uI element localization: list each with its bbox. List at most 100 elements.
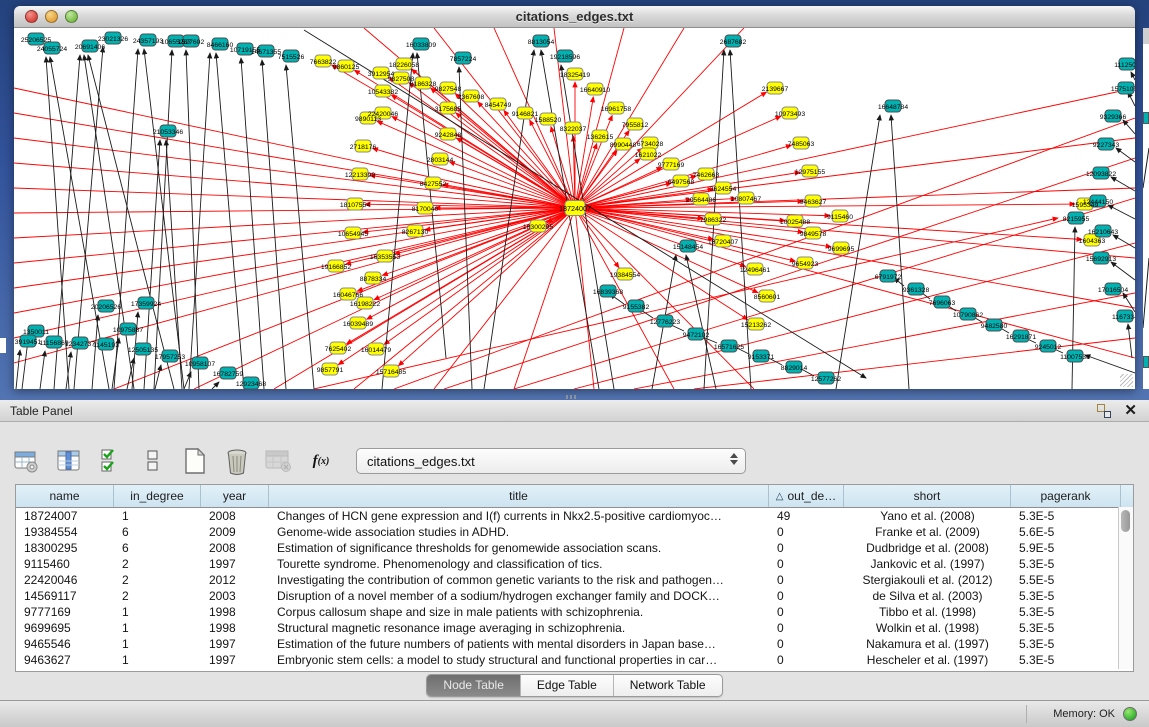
- table-row[interactable]: 969969511998Structural magnetic resonanc…: [16, 620, 1133, 636]
- cell-pagerank[interactable]: 5.3E-5: [1011, 636, 1121, 652]
- cell-in_degree[interactable]: 6: [114, 540, 201, 556]
- cell-out_de[interactable]: 0: [769, 620, 844, 636]
- table-row[interactable]: 946554611997Estimation of the future num…: [16, 636, 1133, 652]
- cell-name[interactable]: 9465546: [16, 636, 114, 652]
- cell-year[interactable]: 1998: [201, 604, 269, 620]
- cell-title[interactable]: Estimation of significance thresholds fo…: [269, 540, 769, 556]
- cell-year[interactable]: 1998: [201, 620, 269, 636]
- cell-short[interactable]: Jankovic et al. (1997): [844, 556, 1011, 572]
- float-window-icon[interactable]: [1097, 404, 1111, 418]
- cell-name[interactable]: 14569117: [16, 588, 114, 604]
- cell-in_degree[interactable]: 1: [114, 652, 201, 668]
- table-row[interactable]: 1938455462009Genome-wide association stu…: [16, 524, 1133, 540]
- table-row[interactable]: 1456911722003Disruption of a novel membe…: [16, 588, 1133, 604]
- delete-icon[interactable]: [222, 446, 252, 476]
- cell-title[interactable]: Investigating the contribution of common…: [269, 572, 769, 588]
- cell-name[interactable]: 19384554: [16, 524, 114, 540]
- cell-short[interactable]: Stergiakouli et al. (2012): [844, 572, 1011, 588]
- cell-pagerank[interactable]: 5.3E-5: [1011, 556, 1121, 572]
- cell-in_degree[interactable]: 1: [114, 620, 201, 636]
- cell-in_degree[interactable]: 1: [114, 508, 201, 524]
- column-header-short[interactable]: short: [844, 485, 1011, 507]
- column-header-pagerank[interactable]: pagerank: [1011, 485, 1121, 507]
- cell-name[interactable]: 9699695: [16, 620, 114, 636]
- cell-title[interactable]: Embryonic stem cells: a model to study s…: [269, 652, 769, 668]
- cell-in_degree[interactable]: 1: [114, 636, 201, 652]
- cell-short[interactable]: Tibbo et al. (1998): [844, 604, 1011, 620]
- column-header-out_de[interactable]: △out_de…: [769, 485, 844, 507]
- cell-pagerank[interactable]: 5.3E-5: [1011, 620, 1121, 636]
- cell-pagerank[interactable]: 5.3E-5: [1011, 604, 1121, 620]
- tab-edge-table[interactable]: Edge Table: [521, 675, 614, 696]
- table-row[interactable]: 977716911998Corpus callosum shape and si…: [16, 604, 1133, 620]
- column-visibility-icon[interactable]: [54, 446, 84, 476]
- cell-title[interactable]: Corpus callosum shape and size in male p…: [269, 604, 769, 620]
- cell-year[interactable]: 1997: [201, 636, 269, 652]
- cell-pagerank[interactable]: 5.3E-5: [1011, 652, 1121, 668]
- cell-year[interactable]: 2012: [201, 572, 269, 588]
- cell-name[interactable]: 18724007: [16, 508, 114, 524]
- cell-out_de[interactable]: 0: [769, 588, 844, 604]
- cell-name[interactable]: 9777169: [16, 604, 114, 620]
- cell-out_de[interactable]: 0: [769, 636, 844, 652]
- cell-pagerank[interactable]: 5.6E-5: [1011, 524, 1121, 540]
- cell-short[interactable]: Yano et al. (2008): [844, 508, 1011, 524]
- cell-pagerank[interactable]: 5.9E-5: [1011, 540, 1121, 556]
- cell-in_degree[interactable]: 6: [114, 524, 201, 540]
- table-row[interactable]: 946362711997Embryonic stem cells: a mode…: [16, 652, 1133, 668]
- cell-title[interactable]: Structural magnetic resonance image aver…: [269, 620, 769, 636]
- split-pane-grip[interactable]: [566, 395, 578, 399]
- cell-short[interactable]: Hescheler et al. (1997): [844, 652, 1011, 668]
- cell-in_degree[interactable]: 2: [114, 572, 201, 588]
- network-window[interactable]: citations_edges.txt 76638229860125391295…: [14, 6, 1135, 389]
- cell-out_de[interactable]: 0: [769, 572, 844, 588]
- cell-title[interactable]: Genome-wide association studies in ADHD.: [269, 524, 769, 540]
- cell-pagerank[interactable]: 5.3E-5: [1011, 588, 1121, 604]
- cell-year[interactable]: 1997: [201, 556, 269, 572]
- cell-name[interactable]: 22420046: [16, 572, 114, 588]
- table-selector-dropdown[interactable]: citations_edges.txt: [356, 448, 746, 474]
- cell-short[interactable]: de Silva et al. (2003): [844, 588, 1011, 604]
- vertical-scrollbar[interactable]: [1118, 507, 1133, 669]
- cell-year[interactable]: 2003: [201, 588, 269, 604]
- cell-name[interactable]: 9463627: [16, 652, 114, 668]
- cell-title[interactable]: Changes of HCN gene expression and I(f) …: [269, 508, 769, 524]
- table-options-icon[interactable]: [12, 446, 42, 476]
- cell-out_de[interactable]: 0: [769, 604, 844, 620]
- cell-in_degree[interactable]: 2: [114, 556, 201, 572]
- cell-out_de[interactable]: 49: [769, 508, 844, 524]
- cell-out_de[interactable]: 0: [769, 524, 844, 540]
- column-header-title[interactable]: title: [269, 485, 769, 507]
- column-header-in_degree[interactable]: in_degree: [114, 485, 201, 507]
- window-resize-grip[interactable]: [1120, 374, 1133, 387]
- cell-out_de[interactable]: 0: [769, 652, 844, 668]
- cell-in_degree[interactable]: 1: [114, 604, 201, 620]
- cell-pagerank[interactable]: 5.3E-5: [1011, 508, 1121, 524]
- cell-short[interactable]: Dudbridge et al. (2008): [844, 540, 1011, 556]
- tab-network-table[interactable]: Network Table: [614, 675, 722, 696]
- split-rows-icon[interactable]: [138, 446, 168, 476]
- cell-out_de[interactable]: 0: [769, 556, 844, 572]
- cell-year[interactable]: 2008: [201, 508, 269, 524]
- function-builder-icon[interactable]: f(x): [306, 446, 336, 476]
- network-window-titlebar[interactable]: citations_edges.txt: [14, 6, 1135, 28]
- cell-in_degree[interactable]: 2: [114, 588, 201, 604]
- cell-year[interactable]: 2008: [201, 540, 269, 556]
- row-selection-icon[interactable]: [96, 446, 126, 476]
- cell-out_de[interactable]: 0: [769, 540, 844, 556]
- column-header-year[interactable]: year: [201, 485, 269, 507]
- cell-year[interactable]: 2009: [201, 524, 269, 540]
- cell-year[interactable]: 1997: [201, 652, 269, 668]
- table-row[interactable]: 1830029562008Estimation of significance …: [16, 540, 1133, 556]
- close-panel-icon[interactable]: ✕: [1124, 402, 1137, 420]
- table-row[interactable]: 2242004622012Investigating the contribut…: [16, 572, 1133, 588]
- new-table-icon[interactable]: [180, 446, 210, 476]
- cell-title[interactable]: Estimation of the future numbers of pati…: [269, 636, 769, 652]
- cell-title[interactable]: Disruption of a novel member of a sodium…: [269, 588, 769, 604]
- column-header-name[interactable]: name: [16, 485, 114, 507]
- cell-name[interactable]: 9115460: [16, 556, 114, 572]
- table-row[interactable]: 1872400712008Changes of HCN gene express…: [16, 508, 1133, 524]
- scrollbar-thumb[interactable]: [1121, 510, 1130, 532]
- cell-name[interactable]: 18300295: [16, 540, 114, 556]
- table-row[interactable]: 911546021997Tourette syndrome. Phenomeno…: [16, 556, 1133, 572]
